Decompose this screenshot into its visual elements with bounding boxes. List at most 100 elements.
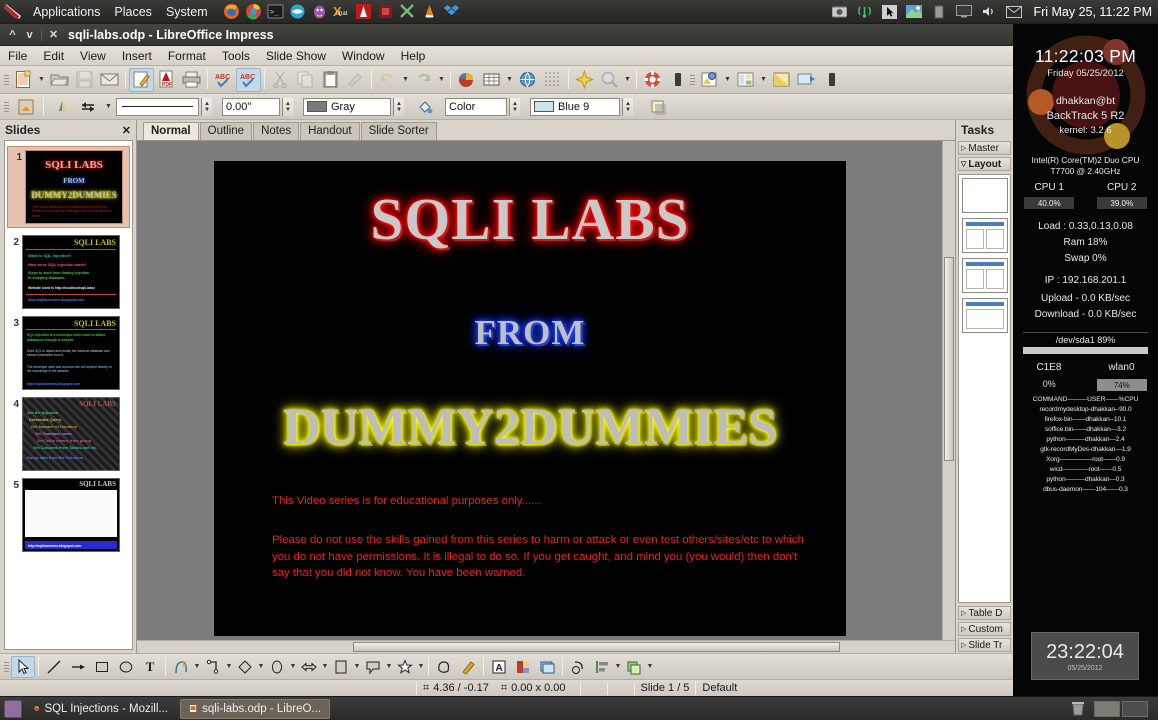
layout-blank[interactable]	[962, 178, 1008, 213]
alignment-icon[interactable]	[590, 656, 614, 678]
tasks-section-custom-animation[interactable]: ▷ Custom	[958, 622, 1011, 636]
dropbox-icon[interactable]	[443, 3, 461, 21]
slide-canvas-area[interactable]: SQLI LABS FROM DUMMY2DUMMIES This Video …	[137, 141, 942, 640]
zoom-dropdown[interactable]: ▼	[622, 76, 633, 83]
layout-title-only[interactable]	[962, 298, 1008, 333]
chrome-icon[interactable]	[245, 3, 263, 21]
hyperlink-button[interactable]	[515, 68, 540, 92]
xchat-icon[interactable]: Xchat	[333, 3, 351, 21]
menu-places[interactable]: Places	[107, 0, 159, 24]
toolbar-grip-3[interactable]	[4, 98, 11, 116]
flowchart-dropdown[interactable]: ▼	[353, 663, 361, 670]
toolbar-grip-2[interactable]	[690, 71, 697, 89]
layout-title-content[interactable]	[962, 258, 1008, 293]
tab-notes[interactable]: Notes	[253, 122, 300, 140]
help-button[interactable]	[640, 68, 665, 92]
connector-icon[interactable]	[201, 656, 225, 678]
fill-type-field[interactable]: Color	[445, 97, 507, 116]
list-item[interactable]: 1 SQLI LABS FROM DUMMY2DUMMIES This Vide…	[7, 146, 130, 228]
callouts-dropdown[interactable]: ▼	[385, 663, 393, 670]
slide-thumbnail[interactable]: SQLI LABS SQL Injection is a technique o…	[22, 316, 120, 390]
menu-view[interactable]: View	[72, 46, 114, 66]
slide-title-line2[interactable]: FROM	[214, 313, 846, 353]
block-arrows-dropdown[interactable]: ▼	[321, 663, 329, 670]
arrow-style-dropdown[interactable]: ▼	[103, 103, 114, 110]
select-icon[interactable]	[11, 655, 35, 678]
vertical-scrollbar[interactable]	[942, 141, 955, 640]
line-width-spinner[interactable]: ▲ ▼	[282, 97, 293, 116]
wifi-signal-icon[interactable]	[854, 3, 874, 21]
acrobat-icon[interactable]	[355, 3, 373, 21]
stars-dropdown[interactable]: ▼	[417, 663, 425, 670]
ellipse-icon[interactable]	[114, 656, 138, 678]
maximize-button[interactable]: v	[21, 27, 38, 43]
close-button[interactable]: ✕	[45, 27, 62, 43]
basic-shapes-icon[interactable]	[233, 656, 257, 678]
print-button[interactable]	[179, 68, 204, 92]
minimize-button[interactable]: ^	[4, 27, 21, 43]
tasks-section-layout[interactable]: ▽ Layout	[958, 157, 1011, 171]
cut-button[interactable]	[268, 68, 293, 92]
curve-dropdown[interactable]: ▼	[193, 663, 201, 670]
menu-system[interactable]: System	[159, 0, 215, 24]
menu-file[interactable]: File	[0, 46, 35, 66]
list-item[interactable]: 4 SQLI LABS Get the Injection Determine …	[5, 392, 132, 473]
menu-insert[interactable]: Insert	[114, 46, 160, 66]
slide-thumbnail[interactable]: SQLI LABS FROM DUMMY2DUMMIES This Video …	[25, 150, 123, 224]
master-page-dropdown[interactable]: ▼	[758, 76, 769, 83]
undo-button[interactable]	[375, 68, 400, 92]
mail-icon[interactable]	[1004, 3, 1024, 21]
slide-thumbnail[interactable]: SQLI LABS Get the Injection Determine Qu…	[22, 397, 120, 471]
basic-shapes-dropdown[interactable]: ▼	[257, 663, 265, 670]
start-slideshow-button[interactable]	[665, 68, 690, 92]
fill-type-spinner[interactable]: ▲ ▼	[509, 97, 520, 116]
table-dropdown[interactable]: ▼	[504, 76, 515, 83]
zoom-button[interactable]	[597, 68, 622, 92]
slide-canvas[interactable]: SQLI LABS FROM DUMMY2DUMMIES This Video …	[214, 161, 846, 636]
slideshow-settings-button[interactable]	[697, 68, 722, 92]
close-icon[interactable]: ✕	[122, 124, 131, 137]
tasks-section-table-design[interactable]: ▷ Table D	[958, 606, 1011, 620]
screen-icon[interactable]	[954, 3, 974, 21]
export-pdf-button[interactable]: PDF	[154, 68, 179, 92]
display-grid-button[interactable]	[540, 68, 565, 92]
keepass-icon[interactable]	[377, 3, 395, 21]
master-page-button[interactable]	[733, 68, 758, 92]
chart-button[interactable]	[454, 68, 479, 92]
toolbar-grip[interactable]	[4, 71, 11, 89]
new-document-dropdown[interactable]: ▼	[36, 76, 47, 83]
points-icon[interactable]	[432, 656, 456, 678]
taskbar-item-impress[interactable]: sqli-labs.odp - LibreO...	[180, 698, 330, 719]
curve-icon[interactable]	[169, 656, 193, 678]
tasks-section-master[interactable]: ▷ Master	[958, 141, 1011, 155]
glue-points-icon[interactable]	[456, 656, 480, 678]
spelling-check-button[interactable]: ABC	[211, 68, 236, 92]
display-icon[interactable]	[904, 3, 924, 21]
menu-applications[interactable]: Applications	[26, 0, 107, 24]
clone-formatting-button[interactable]	[343, 68, 368, 92]
line-icon[interactable]	[49, 95, 74, 119]
slide-title-line1[interactable]: SQLI LABS	[214, 185, 846, 254]
list-item[interactable]: 3 SQLI LABS SQL Injection is a technique…	[5, 311, 132, 392]
workspace-1[interactable]	[1094, 700, 1120, 717]
symbol-shapes-dropdown[interactable]: ▼	[289, 663, 297, 670]
area-style-spinner[interactable]: ▲ ▼	[393, 97, 404, 116]
fill-bucket-icon[interactable]	[412, 95, 437, 119]
slide-warning-line1[interactable]: This Video series is for educational pur…	[272, 493, 818, 510]
pidgin-icon[interactable]	[311, 3, 329, 21]
alignment-dropdown[interactable]: ▼	[614, 663, 622, 670]
slide-thumbnail[interactable]: SQLI LABS What is SQL Injection? How doe…	[22, 235, 120, 309]
arrow-icon[interactable]	[66, 656, 90, 678]
fontwork-icon[interactable]: A	[487, 656, 511, 678]
slide-thumbnail[interactable]: SQLI LABS http://sqlidummies.blogspot.co…	[22, 478, 120, 552]
cursor-icon[interactable]	[879, 3, 899, 21]
new-slide-button[interactable]	[794, 68, 819, 92]
vlc-icon[interactable]	[421, 3, 439, 21]
line-width-field[interactable]: 0.00"	[222, 97, 280, 116]
copy-button[interactable]	[293, 68, 318, 92]
firefox-icon[interactable]	[223, 3, 241, 21]
horizontal-scrollbar-thumb[interactable]	[353, 642, 840, 652]
text-icon[interactable]: T	[138, 656, 162, 678]
rectangle-icon[interactable]	[90, 656, 114, 678]
display-views-button[interactable]	[769, 68, 794, 92]
